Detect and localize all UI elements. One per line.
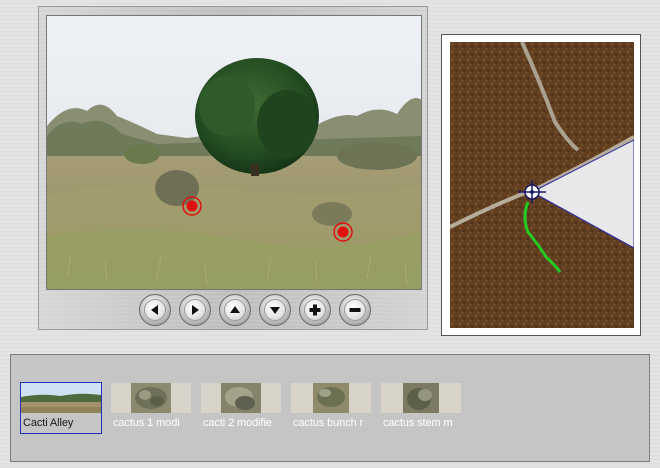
arrow-down-icon <box>270 307 280 314</box>
zoom-in-button[interactable] <box>299 294 331 326</box>
plus-icon <box>309 304 321 316</box>
arrow-right-icon <box>192 305 199 315</box>
map-panel <box>441 34 641 336</box>
cactus-thumbnail-image <box>131 383 171 413</box>
nav-down-button[interactable] <box>259 294 291 326</box>
panorama-viewer[interactable] <box>46 15 422 290</box>
zoom-out-button[interactable] <box>339 294 371 326</box>
panorama-thumbnail-image <box>21 383 101 413</box>
thumbnail-3[interactable]: cacti 2 modifie <box>201 383 281 433</box>
thumbnail-label: Cacti Alley <box>23 417 74 429</box>
cactus-thumbnail-image <box>403 383 439 413</box>
thumbnail-2[interactable]: cactus 1 modi <box>111 383 191 433</box>
cactus-thumbnail-image <box>221 383 261 413</box>
thumbnail-5[interactable]: cactus stem m <box>381 383 461 433</box>
navigation-controls <box>139 294 371 328</box>
minus-icon <box>349 308 361 312</box>
nav-right-button[interactable] <box>179 294 211 326</box>
arrow-up-icon <box>230 306 240 313</box>
thumbnail-label: cacti 2 modifie <box>203 417 272 429</box>
thumbnail-label: cactus stem m <box>383 417 453 429</box>
thumbnail-4[interactable]: cactus bunch r <box>291 383 371 433</box>
nav-up-button[interactable] <box>219 294 251 326</box>
thumbnail-label: cactus 1 modi <box>113 417 180 429</box>
arrow-left-icon <box>151 305 158 315</box>
thumbnail-strip: Cacti Alley cactus 1 modi cacti 2 modifi… <box>10 354 650 462</box>
nav-left-button[interactable] <box>139 294 171 326</box>
thumbnail-1[interactable]: Cacti Alley <box>20 382 102 434</box>
thumbnail-label: cactus bunch r <box>293 417 364 429</box>
cactus-thumbnail-image <box>313 383 349 413</box>
aerial-map[interactable] <box>450 42 634 328</box>
